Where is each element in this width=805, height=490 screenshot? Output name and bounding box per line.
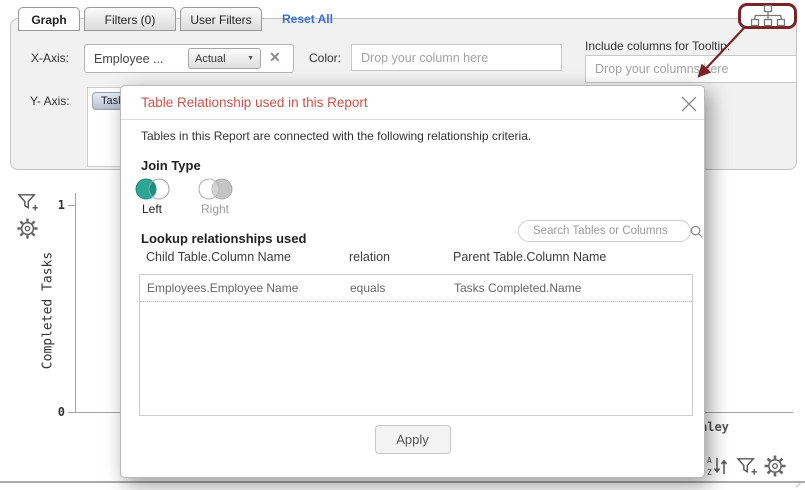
- svg-text:Z: Z: [707, 468, 712, 477]
- relation-value: equals: [350, 275, 454, 301]
- apply-button[interactable]: Apply: [375, 425, 451, 454]
- y-axis-label: Y- Axis:: [30, 94, 70, 108]
- color-label: Color:: [309, 51, 341, 65]
- report-designer-screen: Graph Filters (0) User Filters Reset All…: [0, 0, 805, 490]
- table-row[interactable]: Employees.Employee Name equals Tasks Com…: [140, 275, 692, 302]
- reset-all-link[interactable]: Reset All: [282, 12, 333, 26]
- magnifier-icon: [689, 224, 704, 239]
- col-child-table: Child Table.Column Name: [146, 250, 349, 264]
- y-axis-title: Completed Tasks: [41, 231, 56, 391]
- join-left-label[interactable]: Left: [133, 202, 171, 216]
- x-axis-mode-value: Actual: [195, 53, 226, 65]
- tab-graph[interactable]: Graph: [18, 7, 80, 31]
- dialog-description: Tables in this Report are connected with…: [141, 129, 531, 143]
- x-axis-value: Employee ...: [94, 52, 163, 66]
- tab-filters[interactable]: Filters (0): [84, 7, 176, 31]
- relationship-list: Employees.Employee Name equals Tasks Com…: [139, 274, 693, 416]
- join-right-icon[interactable]: [197, 177, 235, 204]
- org-chart-icon: [751, 5, 785, 27]
- gear-icon[interactable]: [763, 454, 787, 481]
- col-parent-table: Parent Table.Column Name: [453, 250, 706, 264]
- child-column-value: Employees.Employee Name: [147, 275, 350, 301]
- lookup-relationships-heading: Lookup relationships used: [141, 231, 306, 246]
- remove-x-axis-button[interactable]: ✕: [269, 49, 281, 66]
- search-input[interactable]: [531, 224, 689, 238]
- y-tick-1: 1: [45, 198, 65, 212]
- relationship-toolbar-button[interactable]: [738, 3, 797, 29]
- x-axis-label: X-Axis:: [31, 51, 69, 65]
- tooltip-columns-label: Include columns for Tooltip:: [585, 39, 730, 53]
- col-relation: relation: [349, 250, 453, 264]
- filter-plus-icon[interactable]: [17, 191, 40, 217]
- relationship-table-header: Child Table.Column Name relation Parent …: [121, 250, 706, 264]
- dialog-header-divider: [121, 119, 704, 120]
- join-left-icon[interactable]: [134, 177, 172, 204]
- search-tables-field[interactable]: [518, 220, 691, 242]
- close-icon[interactable]: [679, 94, 699, 114]
- x-axis-mode-dropdown[interactable]: Actual ▼: [188, 48, 261, 69]
- filter-plus-icon[interactable]: [736, 455, 759, 481]
- page-bottom-border: [0, 481, 805, 483]
- gear-icon[interactable]: [16, 217, 39, 243]
- color-dropzone[interactable]: Drop your column here: [351, 44, 562, 71]
- svg-text:A: A: [707, 456, 712, 465]
- sort-az-icon[interactable]: A Z: [706, 454, 730, 481]
- dialog-title: Table Relationship used in this Report: [141, 95, 368, 110]
- caret-down-icon: ▼: [247, 55, 254, 62]
- y-tick-mark-top: [68, 205, 76, 206]
- x-axis-field[interactable]: Employee ... Actual ▼ ✕: [84, 44, 294, 73]
- join-right-label[interactable]: Right: [196, 202, 234, 216]
- y-axis-line: [75, 193, 76, 413]
- tab-user-filters[interactable]: User Filters: [180, 7, 262, 31]
- join-type-heading: Join Type: [141, 158, 201, 173]
- y-tick-0: 0: [45, 405, 65, 419]
- parent-column-value: Tasks Completed.Name: [454, 275, 692, 301]
- table-relationship-dialog: Table Relationship used in this Report T…: [120, 85, 705, 478]
- tooltip-columns-dropzone[interactable]: Drop your columns here: [585, 55, 797, 83]
